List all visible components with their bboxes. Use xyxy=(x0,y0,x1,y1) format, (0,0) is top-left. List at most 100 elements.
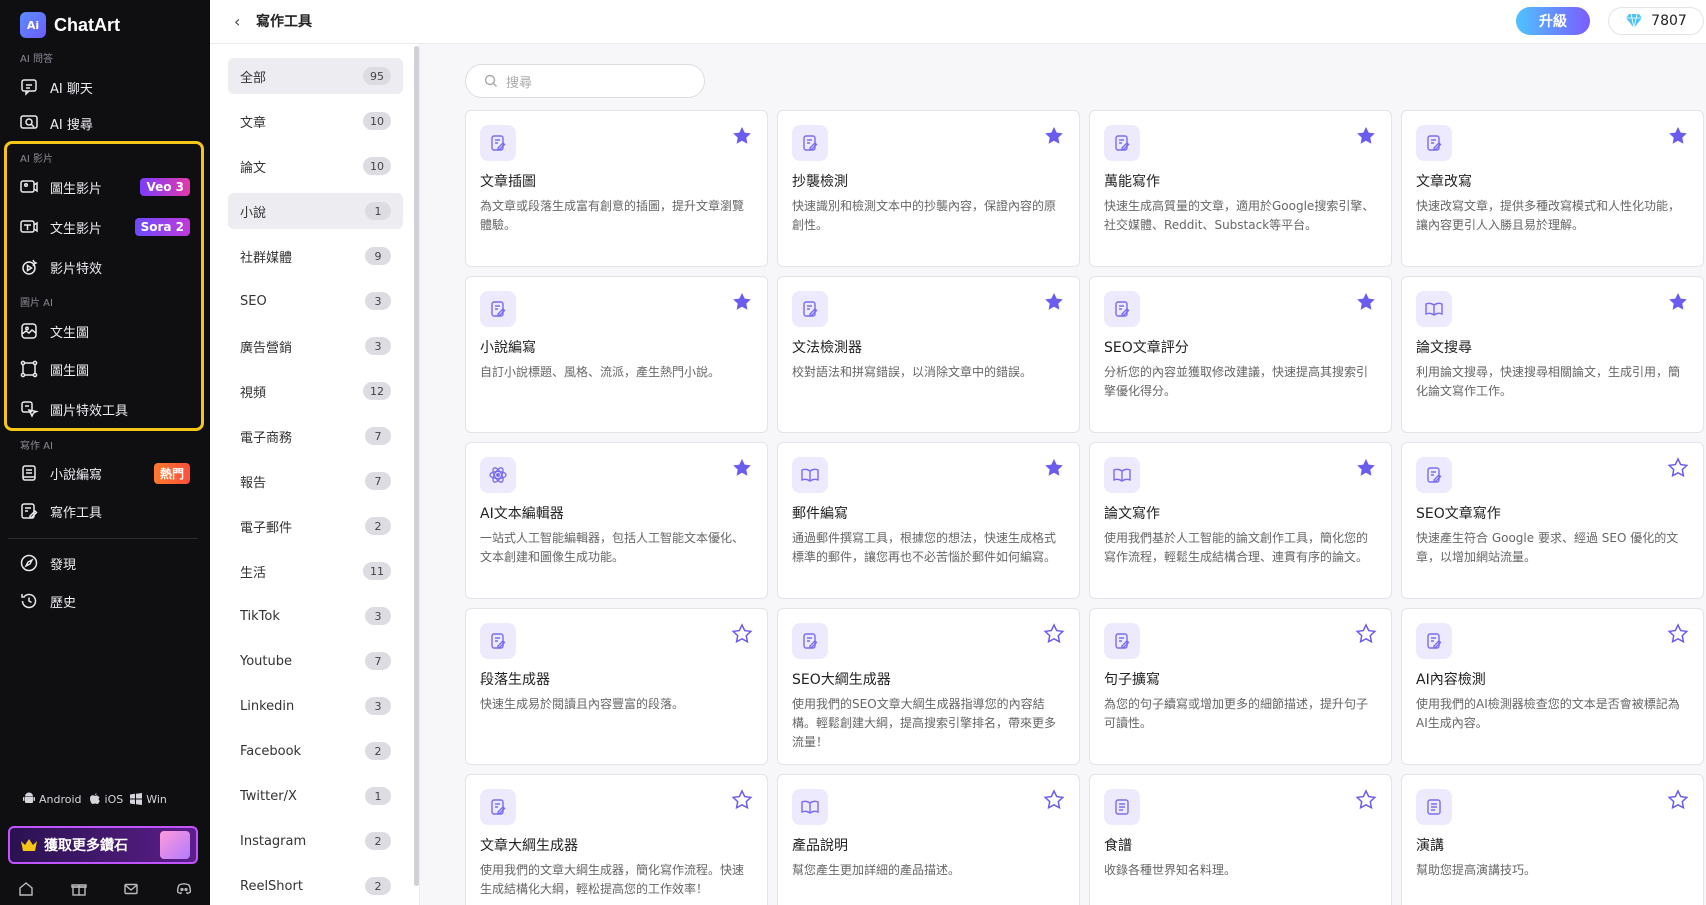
star-filled-icon[interactable] xyxy=(731,291,753,313)
tool-card[interactable]: 演講 幫助您提高演講技巧。 xyxy=(1401,774,1704,905)
star-outline-icon[interactable] xyxy=(1667,457,1689,479)
star-filled-icon[interactable] xyxy=(731,457,753,479)
category-item[interactable]: Twitter/X 1 xyxy=(228,778,403,814)
category-item[interactable]: 生活 11 xyxy=(228,553,403,589)
sidebar-item-discover[interactable]: 發現 xyxy=(18,548,190,578)
discord-icon[interactable] xyxy=(175,880,193,898)
gem-balance[interactable]: 7807 xyxy=(1608,7,1704,35)
category-label: Facebook xyxy=(240,743,302,759)
card-title: AI文本編輯器 xyxy=(480,506,564,522)
category-item[interactable]: 電子郵件 2 xyxy=(228,508,403,544)
category-item[interactable]: Facebook 2 xyxy=(228,733,403,769)
star-outline-icon[interactable] xyxy=(731,623,753,645)
star-outline-icon[interactable] xyxy=(731,789,753,811)
tool-card[interactable]: 論文搜尋 利用論文搜尋，快速搜尋相關論文，生成引用，簡化論文寫作工作。 xyxy=(1401,276,1704,433)
star-filled-icon[interactable] xyxy=(1043,125,1065,147)
mail-icon[interactable] xyxy=(122,880,140,898)
category-item[interactable]: Youtube 7 xyxy=(228,643,403,679)
category-item[interactable]: 廣告營銷 3 xyxy=(228,328,403,364)
category-item[interactable]: 電子商務 7 xyxy=(228,418,403,454)
sidebar-item-ai-chat[interactable]: AI 聊天 xyxy=(18,72,190,102)
tool-card[interactable]: 文章大綱生成器 使用我們的文章大綱生成器，簡化寫作流程。快速生成結構化大綱，輕松提… xyxy=(465,774,768,905)
tool-card[interactable]: 論文寫作 使用我們基於人工智能的論文創作工具，簡化您的寫作流程，輕鬆生成結構合理、… xyxy=(1089,442,1392,599)
category-item[interactable]: Linkedin 3 xyxy=(228,688,403,724)
sidebar-item-video-effects[interactable]: 影片特效 xyxy=(18,252,190,282)
card-description: 分析您的內容並獲取修改建議，快速提高其搜索引擎優化得分。 xyxy=(1104,365,1369,398)
category-item[interactable]: 論文 10 xyxy=(228,148,403,184)
platform-android[interactable]: Android xyxy=(22,792,82,806)
sidebar-item-image-effects[interactable]: 圖片特效工具 xyxy=(18,394,190,424)
tool-card[interactable]: 萬能寫作 快速生成高質量的文章，適用於Google搜索引擎、社交媒體、Reddit… xyxy=(1089,110,1392,267)
star-filled-icon[interactable] xyxy=(1667,125,1689,147)
star-filled-icon[interactable] xyxy=(731,125,753,147)
edit-icon xyxy=(18,500,40,522)
category-item[interactable]: 報告 7 xyxy=(228,463,403,499)
image-video-icon xyxy=(18,176,40,198)
sidebar-item-image-to-video[interactable]: 圖生影片 Veo 3 xyxy=(18,172,190,202)
star-outline-icon[interactable] xyxy=(1667,623,1689,645)
card-description: 使用我們的SEO文章大綱生成器指導您的內容結構。輕鬆創建大綱，提高搜索引擎排名，… xyxy=(792,697,1057,749)
sidebar-item-ai-search[interactable]: AI 搜尋 xyxy=(18,108,190,138)
star-outline-icon[interactable] xyxy=(1355,789,1377,811)
tool-card[interactable]: SEO文章評分 分析您的內容並獲取修改建議，快速提高其搜索引擎優化得分。 xyxy=(1089,276,1392,433)
tool-card[interactable]: AI內容檢測 使用我們的AI檢測器檢查您的文本是否會被標記為AI生成內容。 xyxy=(1401,608,1704,765)
star-filled-icon[interactable] xyxy=(1355,457,1377,479)
back-chevron-icon[interactable]: ‹ xyxy=(234,12,240,31)
get-more-diamonds-button[interactable]: 獲取更多鑽石 xyxy=(8,826,198,864)
tool-card[interactable]: 抄襲檢測 快速識別和檢測文本中的抄襲內容，保證內容的原創性。 xyxy=(777,110,1080,267)
gift-box-icon[interactable] xyxy=(70,880,88,898)
tool-card[interactable]: AI文本編輯器 一站式人工智能編輯器，包括人工智能文本優化、文本創建和圖像生成功能… xyxy=(465,442,768,599)
star-filled-icon[interactable] xyxy=(1355,125,1377,147)
tool-card[interactable]: 文章改寫 快速改寫文章，提供多種改寫模式和人性化功能，讓內容更引人入勝且易於理解。 xyxy=(1401,110,1704,267)
star-filled-icon[interactable] xyxy=(1043,291,1065,313)
category-item[interactable]: SEO 3 xyxy=(228,283,403,319)
upgrade-button[interactable]: 升級 xyxy=(1516,7,1590,35)
sidebar-item-history[interactable]: 歷史 xyxy=(18,586,190,616)
android-icon xyxy=(23,792,35,803)
tool-card[interactable]: 產品說明 幫您產生更加詳細的產品描述。 xyxy=(777,774,1080,905)
tool-card[interactable]: 食譜 收錄各種世界知名料理。 xyxy=(1089,774,1392,905)
diamond-icon xyxy=(1626,13,1643,29)
tool-card[interactable]: 郵件編寫 通過郵件撰寫工具，根據您的想法，快速生成格式標準的郵件，讓您再也不必苦惱… xyxy=(777,442,1080,599)
category-item[interactable]: Instagram 2 xyxy=(228,823,403,859)
tool-card[interactable]: 句子擴寫 為您的句子續寫或增加更多的細節描述，提升句子可讀性。 xyxy=(1089,608,1392,765)
tool-card[interactable]: 文章插圖 為文章或段落生成富有創意的插圖，提升文章瀏覽體驗。 xyxy=(465,110,768,267)
tool-card[interactable]: SEO大綱生成器 使用我們的SEO文章大綱生成器指導您的內容結構。輕鬆創建大綱，提… xyxy=(777,608,1080,765)
search-input[interactable]: 搜尋 xyxy=(465,64,705,98)
tool-card[interactable]: 小說編寫 自訂小說標題、風格、流派，產生熱門小說。 xyxy=(465,276,768,433)
star-filled-icon[interactable] xyxy=(1043,457,1065,479)
star-outline-icon[interactable] xyxy=(1043,789,1065,811)
category-scrollbar[interactable] xyxy=(414,46,419,886)
star-outline-icon[interactable] xyxy=(1667,789,1689,811)
platform-windows[interactable]: Win xyxy=(129,792,167,806)
category-item[interactable]: 視頻 12 xyxy=(228,373,403,409)
category-item[interactable]: 全部 95 xyxy=(228,58,403,94)
tool-card[interactable]: 段落生成器 快速生成易於閱讀且內容豐富的段落。 xyxy=(465,608,768,765)
section-label-writing-ai: 寫作 AI xyxy=(20,441,53,452)
platform-links: Android iOS Win xyxy=(22,792,167,806)
sidebar-item-novel-writing[interactable]: 小說編寫 熱門 xyxy=(18,458,190,488)
category-item[interactable]: 小說 1 xyxy=(228,193,403,229)
category-count: 95 xyxy=(363,67,391,85)
category-item[interactable]: 文章 10 xyxy=(228,103,403,139)
sidebar-item-text-to-video[interactable]: 文生影片 Sora 2 xyxy=(18,212,190,242)
tool-card[interactable]: SEO文章寫作 快速產生符合 Google 要求、經過 SEO 優化的文章，以增加… xyxy=(1401,442,1704,599)
sidebar-item-text-to-image[interactable]: 文生圖 xyxy=(18,316,190,346)
edit-doc-icon xyxy=(792,291,828,327)
brand[interactable]: Ai ChatArt xyxy=(20,10,120,40)
home-icon[interactable] xyxy=(17,880,35,898)
category-label: 報告 xyxy=(240,475,267,491)
sidebar-item-writing-tools[interactable]: 寫作工具 xyxy=(18,496,190,526)
star-outline-icon[interactable] xyxy=(1043,623,1065,645)
star-outline-icon[interactable] xyxy=(1355,623,1377,645)
category-item[interactable]: 社群媒體 9 xyxy=(228,238,403,274)
tool-card[interactable]: 文法檢測器 校對語法和拼寫錯誤，以消除文章中的錯誤。 xyxy=(777,276,1080,433)
platform-ios[interactable]: iOS xyxy=(88,792,123,806)
card-description: 快速生成易於閱讀且內容豐富的段落。 xyxy=(480,697,685,711)
edit-doc-icon xyxy=(480,125,516,161)
sidebar-item-image-to-image[interactable]: 圖生圖 xyxy=(18,354,190,384)
category-item[interactable]: TikTok 3 xyxy=(228,598,403,634)
star-filled-icon[interactable] xyxy=(1355,291,1377,313)
category-item[interactable]: ReelShort 2 xyxy=(228,868,403,904)
star-filled-icon[interactable] xyxy=(1667,291,1689,313)
